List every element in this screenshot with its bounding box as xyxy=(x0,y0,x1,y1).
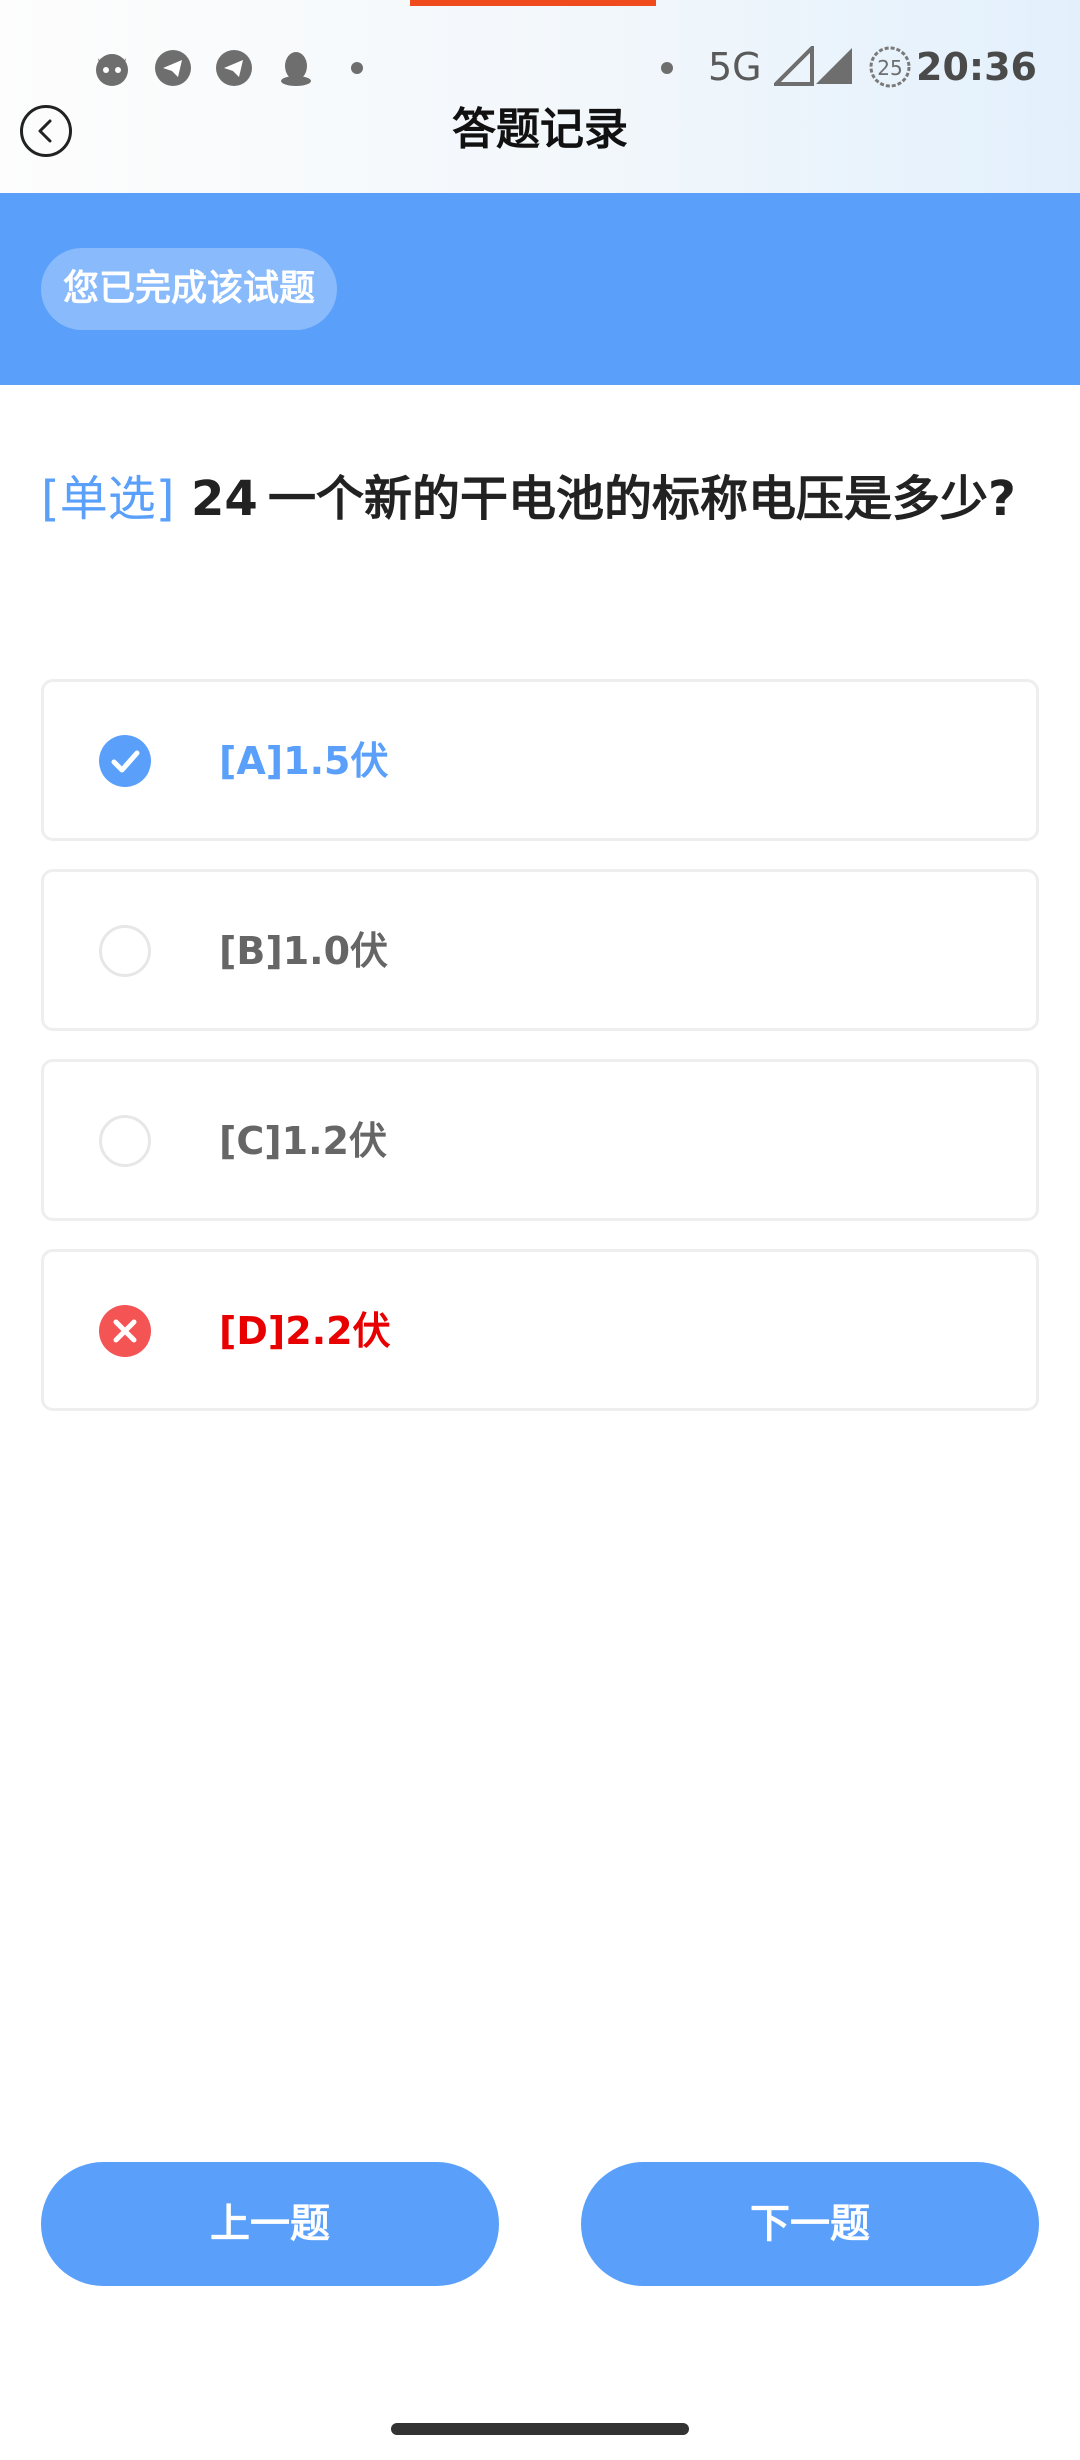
network-type: 5G xyxy=(708,45,762,89)
cat-app-icon xyxy=(92,48,132,92)
svg-text:25: 25 xyxy=(877,56,902,80)
status-banner: 您已完成该试题 xyxy=(0,193,1080,385)
clock: 20:36 xyxy=(916,45,1037,89)
battery-icon: 25 xyxy=(868,45,912,93)
radio-empty-icon xyxy=(99,1115,151,1167)
page-title: 答题记录 xyxy=(452,104,628,155)
next-question-button[interactable]: 下一题 xyxy=(581,2162,1039,2286)
radio-empty-icon xyxy=(99,925,151,977)
option-label: [A]1.5伏 xyxy=(219,739,389,783)
status-bar: 5G 25 20:36 xyxy=(0,40,1080,96)
qq-icon xyxy=(276,48,316,92)
top-progress-indicator xyxy=(410,0,656,6)
question-type: [单选] xyxy=(41,471,175,527)
signal-icon xyxy=(814,46,854,90)
option-label: [B]1.0伏 xyxy=(219,929,389,973)
completion-badge: 您已完成该试题 xyxy=(41,248,338,330)
dot-icon xyxy=(350,60,364,79)
home-indicator[interactable] xyxy=(391,2423,689,2435)
question-text: 一个新的干电池的标称电压是多少? xyxy=(268,471,1016,527)
header-area xyxy=(0,0,1080,193)
signal-icon xyxy=(771,43,814,90)
cross-icon xyxy=(99,1305,151,1357)
option-label: [D]2.2伏 xyxy=(219,1309,391,1353)
option-b[interactable]: [B]1.0伏 xyxy=(41,869,1039,1031)
option-a[interactable]: [A]1.5伏 xyxy=(41,679,1039,841)
question-number: 24 xyxy=(191,471,258,527)
dot-icon xyxy=(660,60,674,79)
telegram-icon xyxy=(214,48,254,92)
previous-question-button[interactable]: 上一题 xyxy=(41,2162,499,2286)
check-icon xyxy=(99,735,151,787)
option-d[interactable]: [D]2.2伏 xyxy=(41,1249,1039,1411)
telegram-icon xyxy=(153,48,193,92)
option-c[interactable]: [C]1.2伏 xyxy=(41,1059,1039,1221)
option-label: [C]1.2伏 xyxy=(219,1119,387,1163)
